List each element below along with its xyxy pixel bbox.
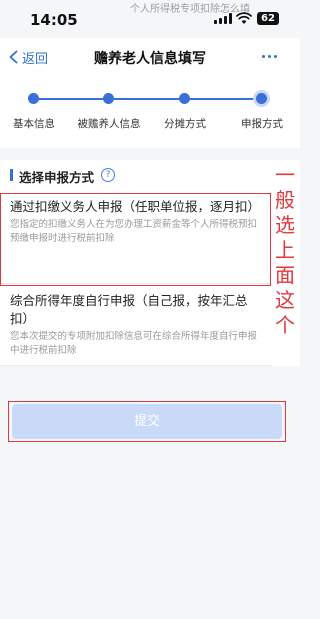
step-dot-allocation bbox=[179, 93, 190, 104]
step-dot-basic-info bbox=[28, 93, 39, 104]
more-icon[interactable] bbox=[262, 55, 278, 59]
status-bar: 14:05 个人所得税专项扣除怎么填 62 bbox=[0, 0, 300, 36]
step-dot-filing-method bbox=[253, 90, 270, 107]
annotation-char: 这 bbox=[275, 288, 295, 312]
annotation-char: 上 bbox=[275, 238, 295, 262]
page-title: 赡养老人信息填写 bbox=[94, 51, 206, 67]
annotation-char: 般 bbox=[275, 188, 295, 212]
annotation-char: 一 bbox=[275, 163, 295, 187]
option-title: 综合所得年度自行申报（自己报，按年汇总扣） bbox=[10, 293, 248, 326]
annotation-char: 选 bbox=[275, 213, 295, 237]
submit-button[interactable]: 提交 bbox=[12, 404, 282, 439]
annotation-char: 面 bbox=[275, 263, 295, 287]
section-header: 选择申报方式 ? bbox=[0, 160, 300, 190]
wifi-icon bbox=[236, 12, 252, 24]
signal-icon bbox=[214, 13, 232, 24]
annotation-char: 个 bbox=[275, 313, 295, 337]
step-label-allocation: 分摊方式 bbox=[164, 118, 206, 130]
option-self-annual-filing[interactable]: 综合所得年度自行申报（自己报，按年汇总扣） 您本次提交的专项附加扣除信息可在综合… bbox=[0, 284, 272, 366]
step-connector bbox=[34, 98, 258, 100]
question-circle-icon[interactable]: ? bbox=[101, 168, 115, 182]
progress-stepper: 基本信息 被赡养人信息 分摊方式 申报方式 bbox=[0, 74, 300, 148]
section-accent-bar bbox=[10, 169, 13, 181]
annotation-text: 一 般 选 上 面 这 个 bbox=[272, 163, 298, 338]
status-time: 14:05 bbox=[30, 11, 78, 29]
battery-icon: 62 bbox=[257, 12, 279, 25]
step-label-basic-info: 基本信息 bbox=[13, 118, 55, 130]
section-title: 选择申报方式 bbox=[19, 170, 95, 185]
step-label-filing-method: 申报方式 bbox=[241, 118, 283, 130]
option-description: 您本次提交的专项附加扣除信息可在综合所得年度自行申报中进行税前扣除 bbox=[10, 331, 258, 356]
annotation-highlight-box bbox=[0, 193, 271, 286]
step-dot-dependent-info bbox=[103, 93, 114, 104]
nav-bar: 返回 赡养老人信息填写 bbox=[0, 38, 300, 74]
step-label-dependent-info: 被赡养人信息 bbox=[77, 118, 141, 130]
